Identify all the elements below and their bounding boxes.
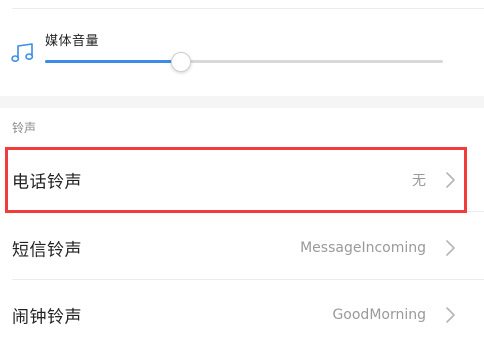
phone-ringtone-value: 无 [412,173,426,189]
sms-ringtone-row[interactable]: 短信铃声 MessageIncoming [0,216,484,280]
chevron-right-icon [446,172,455,188]
sms-ringtone-label: 短信铃声 [12,240,82,261]
media-volume-slider-thumb[interactable] [171,52,192,72]
phone-ringtone-row[interactable]: 电话铃声 无 [0,148,484,212]
row-divider [12,211,484,212]
ringtone-section-header: 铃声 [12,121,37,135]
music-note-icon [11,43,34,62]
alarm-ringtone-row[interactable]: 闹钟铃声 GoodMorning [0,283,484,347]
sms-ringtone-value: MessageIncoming [300,240,426,256]
media-volume-card: 媒体音量 [0,0,484,96]
media-volume-slider[interactable] [45,60,443,63]
media-volume-slider-fill [45,60,181,63]
phone-ringtone-label: 电话铃声 [12,172,82,193]
section-gap [0,96,484,108]
top-divider [12,8,484,9]
alarm-ringtone-label: 闹钟铃声 [12,307,82,328]
alarm-ringtone-value: GoodMorning [332,307,426,323]
row-divider [12,279,484,280]
chevron-right-icon [446,240,455,256]
media-volume-label: 媒体音量 [45,34,100,49]
chevron-right-icon [446,307,455,323]
